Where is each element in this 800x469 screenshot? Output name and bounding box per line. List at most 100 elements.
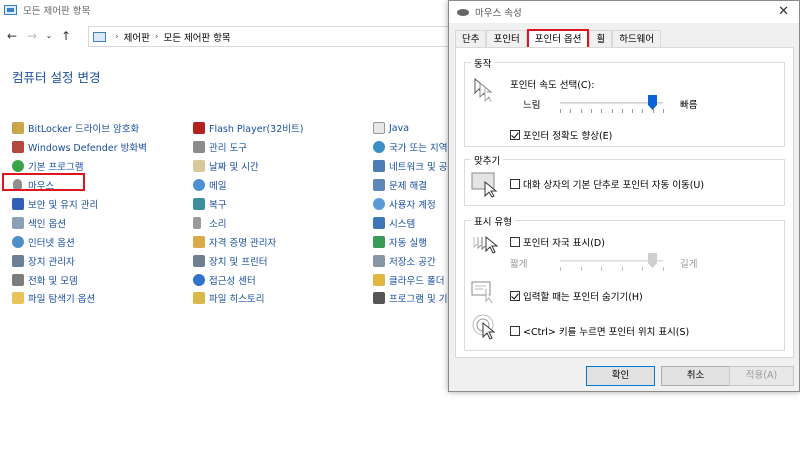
breadcrumb-all-items[interactable]: 모든 제어판 항목 xyxy=(163,30,230,44)
control-panel-window-title: 모든 제어판 항목 xyxy=(23,6,91,17)
cp-item-label: 색인 옵션 xyxy=(28,218,66,230)
cp-item-file-explorer-options[interactable]: 파일 탐색기 옵션 xyxy=(12,289,147,308)
cp-item-internet-options[interactable]: 인터넷 옵션 xyxy=(12,232,147,251)
cp-item-mail[interactable]: 메일 xyxy=(193,176,303,195)
cp-item-date-time[interactable]: 날짜 및 시간 xyxy=(193,157,303,176)
cp-item-label: 자격 증명 관리자 xyxy=(209,237,277,249)
show-location-checkbox[interactable] xyxy=(510,326,520,336)
cp-item-label: Java xyxy=(389,122,410,134)
tab-buttons[interactable]: 단추 xyxy=(455,30,487,48)
breadcrumb-control-panel[interactable]: 제어판 xyxy=(124,30,150,44)
bitlocker-icon xyxy=(12,122,24,135)
flash-icon xyxy=(193,122,205,135)
ctrl-checkbox-row[interactable]: <Ctrl> 키를 누르면 포인터 위치 표시(S) xyxy=(510,324,689,338)
precision-checkbox-row[interactable]: 포인터 정확도 향상(E) xyxy=(510,128,612,142)
dialog-titlebar[interactable]: 마우스 속성 ✕ xyxy=(449,1,799,23)
cp-item-label: Windows Defender 방화벽 xyxy=(28,143,147,155)
clock-icon xyxy=(193,160,205,173)
cp-item-user-accounts[interactable]: 사용자 계정 xyxy=(373,195,447,214)
speed-fast-label: 빠름 xyxy=(680,100,698,111)
speaker-icon xyxy=(193,216,201,229)
cp-item-firewall[interactable]: Windows Defender 방화벽 xyxy=(12,138,147,157)
snap-group-label: 맞추기 xyxy=(471,153,504,167)
tab-pointer-options[interactable]: 포인터 옵션 xyxy=(526,29,590,48)
hide-while-typing-label: 입력할 때는 포인터 숨기기(H) xyxy=(523,292,643,303)
snap-checkbox[interactable] xyxy=(510,179,520,189)
cp-item-devices-printers[interactable]: 장치 및 프린터 xyxy=(193,251,303,270)
cp-item-autoplay[interactable]: 자동 실행 xyxy=(373,232,447,251)
cp-item-cloud-folders[interactable]: 클라우드 폴더 xyxy=(373,270,447,289)
cp-item-label: 장치 관리자 xyxy=(28,256,75,268)
cp-item-troubleshooting[interactable]: 문제 해결 xyxy=(373,176,447,195)
hide-checkbox-row[interactable]: 입력할 때는 포인터 숨기기(H) xyxy=(510,289,643,303)
back-arrow-icon[interactable]: ← xyxy=(4,28,20,44)
tab-hardware[interactable]: 하드웨어 xyxy=(612,30,662,48)
device-manager-icon xyxy=(12,254,24,267)
tab-strip: 단추 포인터 포인터 옵션 휠 하드웨어 xyxy=(455,29,662,48)
cp-item-storage-spaces[interactable]: 저장소 공간 xyxy=(373,251,447,270)
cp-item-label: 네트워크 및 공 xyxy=(389,162,448,174)
breadcrumb-separator-icon: › xyxy=(154,31,159,42)
pointer-speed-slider-thumb[interactable] xyxy=(648,95,658,110)
recent-locations-chevron-icon[interactable]: ⌄ xyxy=(44,28,54,44)
cp-item-flash-player[interactable]: Flash Player(32비트) xyxy=(193,119,303,138)
file-history-icon xyxy=(193,292,205,305)
cp-item-device-manager[interactable]: 장치 관리자 xyxy=(12,251,147,270)
show-location-icon xyxy=(472,314,496,340)
cp-item-label: 보안 및 유지 관리 xyxy=(28,200,99,211)
close-icon[interactable]: ✕ xyxy=(778,4,789,19)
mouse-properties-dialog: 마우스 속성 ✕ 단추 포인터 포인터 옵션 휠 하드웨어 동작 포인터 속도 … xyxy=(448,0,800,392)
cp-item-security-maintenance[interactable]: 보안 및 유지 관리 xyxy=(12,195,147,214)
cp-item-label: 시스템 xyxy=(389,218,416,230)
cp-item-credential-manager[interactable]: 자격 증명 관리자 xyxy=(193,232,303,251)
trails-label: 포인터 자국 표시(D) xyxy=(523,238,605,249)
cp-item-programs-features[interactable]: 프로그램 및 기 xyxy=(373,289,447,308)
cp-item-file-history[interactable]: 파일 히스토리 xyxy=(193,289,303,308)
cp-item-admin-tools[interactable]: 관리 도구 xyxy=(193,138,303,157)
trails-checkbox-row[interactable]: 포인터 자국 표시(D) xyxy=(510,235,605,249)
default-programs-icon xyxy=(12,160,24,173)
cp-item-bitlocker[interactable]: BitLocker 드라이브 암호화 xyxy=(12,119,147,138)
control-panel-column-3: Java 국가 또는 지역 네트워크 및 공 문제 해결 사용자 계정 시스템 … xyxy=(373,119,447,308)
apply-button[interactable]: 적용(A) xyxy=(729,366,794,386)
tab-wheel[interactable]: 휠 xyxy=(589,30,613,48)
precision-label: 포인터 정확도 향상(E) xyxy=(523,131,613,142)
speed-slow-label-row: 느림 xyxy=(523,97,540,111)
trails-checkbox[interactable] xyxy=(510,237,520,247)
ok-button[interactable]: 확인 xyxy=(586,366,655,386)
motion-group-label: 동작 xyxy=(471,56,495,70)
address-bar[interactable]: › 제어판 › 모든 제어판 항목 xyxy=(88,26,460,47)
cp-item-label: 메일 xyxy=(209,181,227,193)
trails-slider-thumb[interactable] xyxy=(648,253,658,268)
cp-item-indexing[interactable]: 색인 옵션 xyxy=(12,213,147,232)
cp-item-sound[interactable]: 소리 xyxy=(193,213,303,232)
cancel-button[interactable]: 취소 xyxy=(661,366,730,386)
cp-item-ease-of-access[interactable]: 접근성 센터 xyxy=(193,270,303,289)
cp-item-label: 파일 탐색기 옵션 xyxy=(28,294,96,306)
up-arrow-icon[interactable]: ↑ xyxy=(58,28,74,44)
motion-group: 동작 포인터 속도 선택(C): 느림 빠름 포인터 정확도 향상(E) xyxy=(464,56,785,147)
java-icon xyxy=(373,122,385,135)
hide-while-typing-checkbox[interactable] xyxy=(510,291,520,301)
pointer-trails-icon xyxy=(473,235,499,254)
snap-checkbox-row[interactable]: 대화 상자의 기본 단추로 포인터 자동 이동(U) xyxy=(510,177,704,191)
snap-group: 맞추기 대화 상자의 기본 단추로 포인터 자동 이동(U) xyxy=(464,153,785,206)
cloud-folder-icon xyxy=(373,273,385,286)
printer-icon xyxy=(193,254,205,267)
admin-tools-icon xyxy=(193,141,205,154)
precision-checkbox[interactable] xyxy=(510,130,520,140)
credential-icon xyxy=(193,235,205,248)
tab-pointers[interactable]: 포인터 xyxy=(486,30,527,48)
cp-item-system[interactable]: 시스템 xyxy=(373,213,447,232)
cp-item-java[interactable]: Java xyxy=(373,119,447,138)
cp-item-label: 복구 xyxy=(209,200,227,211)
cp-item-recovery[interactable]: 복구 xyxy=(193,195,303,214)
cp-item-phone-modem[interactable]: 전화 및 모뎀 xyxy=(12,270,147,289)
cp-item-region[interactable]: 국가 또는 지역 xyxy=(373,138,447,157)
cp-item-label: 사용자 계정 xyxy=(389,200,436,211)
trails-long-label-row: 길게 xyxy=(680,256,697,270)
pointer-speed-icon xyxy=(474,77,493,103)
firewall-icon xyxy=(12,141,24,154)
cp-item-network-sharing[interactable]: 네트워크 및 공 xyxy=(373,157,447,176)
forward-arrow-icon[interactable]: → xyxy=(24,28,40,44)
